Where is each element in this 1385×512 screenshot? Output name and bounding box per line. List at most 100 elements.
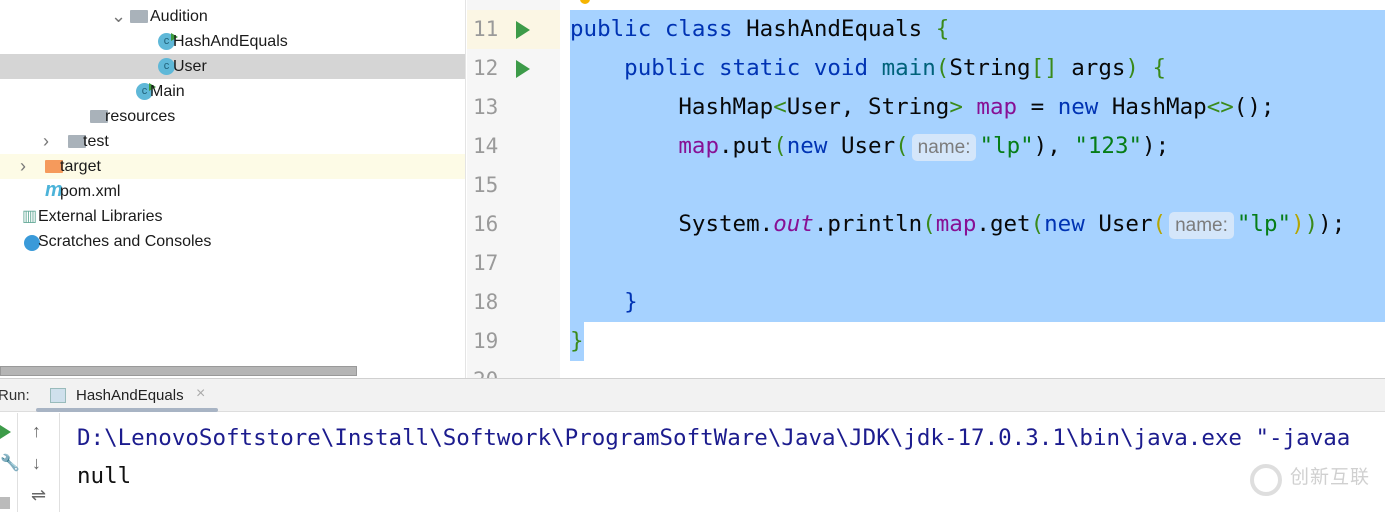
active-tab-underline bbox=[36, 408, 218, 412]
code-token: { bbox=[935, 16, 950, 42]
tree-item-label: User bbox=[173, 58, 207, 75]
run-tab-bar: Run: HashAndEquals × bbox=[0, 379, 1385, 412]
code-line[interactable]: System.out.println(map.get(new User(name… bbox=[570, 205, 1345, 244]
code-token: new bbox=[1057, 94, 1112, 120]
code-line[interactable]: map.put(new User(name: "lp"), "123"); bbox=[570, 127, 1169, 166]
code-token: class bbox=[664, 16, 747, 42]
code-token: ), bbox=[1033, 133, 1075, 159]
run-tab-hashandequals[interactable]: HashAndEquals × bbox=[36, 379, 218, 412]
code-line[interactable]: public static void main(String[] args) { bbox=[570, 49, 1166, 88]
run-tab-label: HashAndEquals bbox=[76, 387, 184, 404]
code-token: ( bbox=[1030, 211, 1045, 237]
line-number: 19 bbox=[473, 329, 499, 353]
code-token: } bbox=[570, 289, 638, 315]
code-token: map bbox=[976, 94, 1018, 120]
chevron-right-icon[interactable]: › bbox=[20, 154, 26, 179]
code-token: ( bbox=[1152, 211, 1167, 237]
tree-item-audition[interactable]: ⌄ Audition bbox=[0, 4, 465, 29]
code-token: ) bbox=[1125, 55, 1153, 81]
tree-item-external-libraries[interactable]: ▥ External Libraries bbox=[0, 204, 465, 229]
tree-item-label: Audition bbox=[150, 8, 208, 25]
code-token: < bbox=[773, 94, 787, 120]
code-token: ); bbox=[1142, 133, 1170, 159]
wrench-icon[interactable]: 🔧 bbox=[0, 453, 20, 473]
code-token: { bbox=[1152, 55, 1167, 81]
code-token: User, String bbox=[786, 94, 950, 120]
tree-item-label: test bbox=[83, 133, 109, 150]
libraries-icon: ▥ bbox=[22, 208, 38, 225]
line-number: 11 bbox=[473, 17, 499, 41]
code-token: main bbox=[881, 55, 936, 81]
code-token: new bbox=[1044, 211, 1099, 237]
arrow-up-icon[interactable]: ↑ bbox=[32, 421, 41, 442]
tree-item-hashandequals[interactable]: c HashAndEquals bbox=[0, 29, 465, 54]
code-line[interactable]: public class HashAndEquals { bbox=[570, 10, 949, 49]
soft-wrap-icon[interactable]: ⇌ bbox=[31, 485, 46, 506]
tree-item-test[interactable]: › test bbox=[0, 129, 465, 154]
parameter-hint: name: bbox=[911, 134, 977, 161]
project-tree: ⌄ Audition c HashAndEquals c User c Main resourc… bbox=[0, 0, 466, 378]
line-number: 12 bbox=[473, 56, 499, 80]
code-token: void bbox=[813, 55, 882, 81]
console-toolbar: ↑ ↓ ⇌ bbox=[18, 413, 60, 512]
run-toolbar: 🔧 bbox=[0, 413, 20, 512]
tree-item-label: resources bbox=[105, 108, 176, 125]
code-token: System. bbox=[570, 211, 774, 237]
tree-item-resources[interactable]: resources bbox=[0, 104, 465, 129]
tree-item-main[interactable]: c Main bbox=[0, 79, 465, 104]
code-line[interactable]: } bbox=[570, 283, 638, 322]
code-token: User bbox=[1098, 211, 1153, 237]
code-token: ( bbox=[935, 55, 950, 81]
watermark: 创新互联 bbox=[1290, 467, 1371, 488]
line-number: 18 bbox=[473, 290, 499, 314]
code-token: (); bbox=[1233, 94, 1275, 120]
code-token: .put bbox=[719, 133, 774, 159]
code-token: User bbox=[840, 133, 896, 159]
console-output: D:\LenovoSoftstore\Install\Softwork\Prog… bbox=[77, 419, 1350, 495]
code-token: .println bbox=[813, 211, 923, 237]
line-number: 16 bbox=[473, 212, 499, 236]
run-panel: Run: HashAndEquals × 🔧 ↑ ↓ ⇌ D:\LenovoSo… bbox=[0, 378, 1385, 512]
tree-item-user[interactable]: c User bbox=[0, 54, 465, 79]
chevron-down-icon[interactable]: ⌄ bbox=[111, 4, 126, 29]
code-token: public bbox=[570, 16, 665, 42]
run-label: Run: bbox=[0, 387, 30, 404]
tree-item-label: target bbox=[60, 158, 101, 175]
code-token: ( bbox=[895, 133, 909, 159]
arrow-down-icon[interactable]: ↓ bbox=[32, 453, 41, 474]
rerun-icon[interactable] bbox=[0, 425, 11, 439]
code-token: ( bbox=[922, 211, 936, 237]
tree-item-label: Main bbox=[150, 83, 185, 100]
run-gutter-icon[interactable] bbox=[516, 21, 530, 39]
tree-item-target[interactable]: › target bbox=[0, 154, 465, 179]
code-token: args bbox=[1071, 55, 1126, 81]
code-token: String bbox=[949, 55, 1031, 81]
code-token: "123" bbox=[1074, 133, 1143, 159]
code-line[interactable]: } bbox=[570, 322, 584, 361]
line-number: 13 bbox=[473, 95, 499, 119]
code-token: [] bbox=[1030, 55, 1072, 81]
console-output-line: null bbox=[77, 463, 132, 489]
close-icon[interactable]: × bbox=[196, 385, 205, 403]
code-token: = bbox=[1017, 94, 1058, 120]
code-token: > bbox=[949, 94, 977, 120]
tree-horizontal-scrollbar[interactable] bbox=[0, 366, 357, 376]
code-token: .get bbox=[976, 211, 1031, 237]
tree-item-label: pom.xml bbox=[60, 183, 121, 200]
console-icon bbox=[50, 388, 66, 403]
code-token: static bbox=[719, 55, 814, 81]
tree-item-scratches-and-consoles[interactable]: Scratches and Consoles bbox=[0, 229, 465, 254]
line-number: 14 bbox=[473, 134, 499, 158]
chevron-right-icon[interactable]: › bbox=[43, 129, 49, 154]
tree-item-pom-xml[interactable]: m pom.xml bbox=[0, 179, 465, 204]
stop-icon[interactable] bbox=[0, 497, 10, 509]
line-number: 15 bbox=[473, 173, 499, 197]
code-token: HashMap bbox=[570, 94, 774, 120]
tree-item-label: Scratches and Consoles bbox=[38, 233, 212, 250]
tree-item-label: External Libraries bbox=[38, 208, 163, 225]
code-line[interactable]: HashMap<User, String> map = new HashMap<… bbox=[570, 88, 1274, 127]
run-gutter-icon[interactable] bbox=[516, 60, 530, 78]
code-token: public bbox=[570, 55, 720, 81]
line-number: 17 bbox=[473, 251, 499, 275]
console-command-line: D:\LenovoSoftstore\Install\Softwork\Prog… bbox=[77, 425, 1351, 451]
